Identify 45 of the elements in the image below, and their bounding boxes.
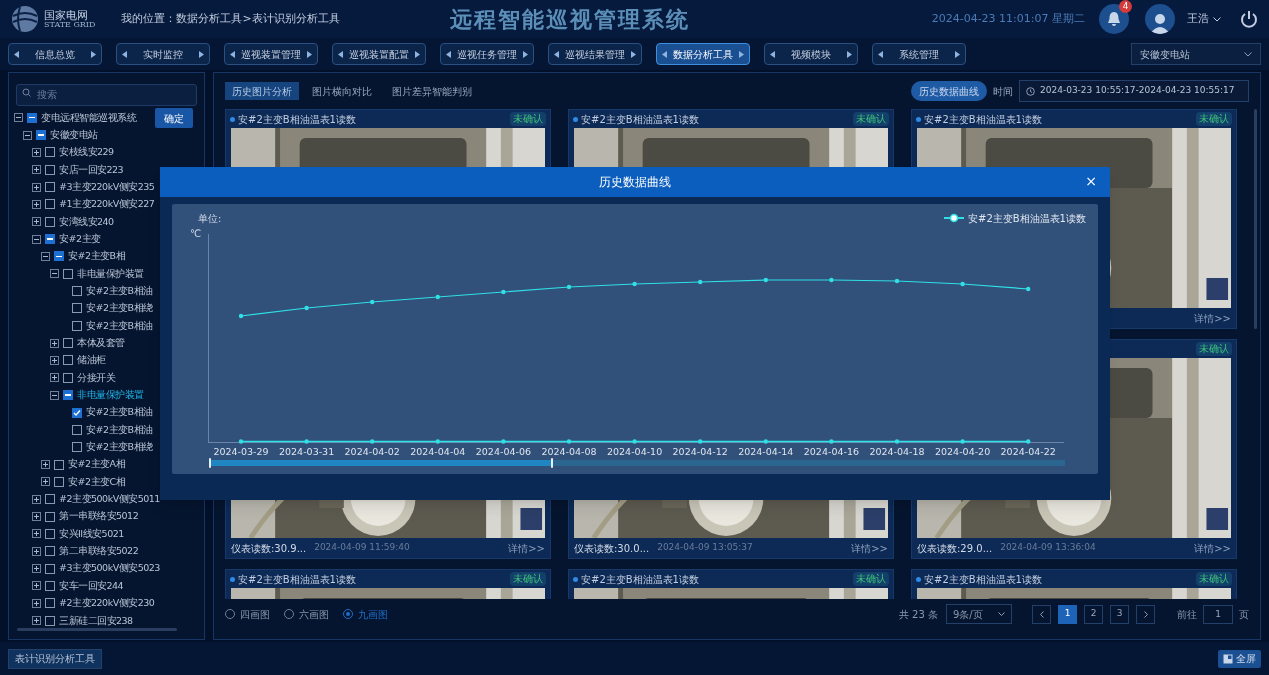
axis-label: 2024-03-31 (279, 446, 335, 457)
status-badge: 未确认 (1196, 572, 1232, 586)
axis-label: 2024-04-20 (935, 446, 991, 457)
card-title: 安#2主变B相油温表1读数 (581, 572, 699, 587)
logo-subtitle: STATE GRID (44, 20, 96, 29)
axis-label: 2024-04-08 (541, 446, 597, 457)
timestamp: 2024-04-09 13:05:37 (657, 541, 753, 555)
datetime: 2024-04-23 11:01:07 星期二 (931, 10, 1085, 27)
axis-label: 2024-04-04 (410, 446, 466, 457)
axis-label: 2024-04-22 (1000, 446, 1056, 457)
page-suffix: 页 (1239, 607, 1249, 622)
time-label: 时间 (993, 84, 1013, 99)
status-badge: 未确认 (853, 112, 889, 126)
card-title: 安#2主变B相油温表1读数 (238, 572, 356, 587)
meter-reading: 仪表读数:30.9... (231, 541, 307, 556)
goto-label: 前往 (1177, 607, 1197, 622)
app-title: 远程智能巡视管理系统 (449, 5, 690, 34)
status-badge: 未确认 (853, 572, 889, 586)
axis-label: 2024-04-10 (607, 446, 663, 457)
axis-label: 2024-04-18 (869, 446, 925, 457)
unit-text: ℃ (190, 228, 202, 239)
axis-label: 2024-04-06 (475, 446, 531, 457)
axis-label: 2024-04-16 (803, 446, 859, 457)
breadcrumb: 我的位置：数据分析工具>表计识别分析工具 (121, 10, 340, 27)
total-count: 共 23 条 (898, 607, 938, 622)
axis-label: 2024-04-02 (344, 446, 400, 457)
notification-count: 4 (1119, 0, 1132, 13)
status-badge: 未确认 (510, 572, 546, 586)
card-title: 安#2主变B相油温表1读数 (924, 572, 1042, 587)
axis-label: 2024-04-14 (738, 446, 794, 457)
timestamp: 2024-04-09 11:59:40 (314, 541, 410, 555)
meter-reading: 仪表读数:29.0... (917, 541, 993, 556)
axis-label: 2024-03-29 (213, 446, 269, 457)
meter-reading: 仪表读数:30.0... (574, 541, 650, 556)
unit-label: 单位: (198, 213, 222, 224)
status-badge: 未确认 (1196, 112, 1232, 126)
timestamp: 2024-04-09 13:36:04 (1000, 541, 1096, 555)
dialog-title: 历史数据曲线 (599, 174, 671, 191)
axis-label: 2024-04-12 (672, 446, 728, 457)
status-badge: 未确认 (510, 112, 546, 126)
status-badge: 未确认 (1196, 342, 1232, 356)
card-title: 安#2主变B相油温表1读数 (924, 112, 1042, 127)
card-title: 安#2主变B相油温表1读数 (581, 112, 699, 127)
logo-title: 国家电网 (44, 9, 89, 21)
card-title: 安#2主变B相油温表1读数 (238, 112, 356, 127)
